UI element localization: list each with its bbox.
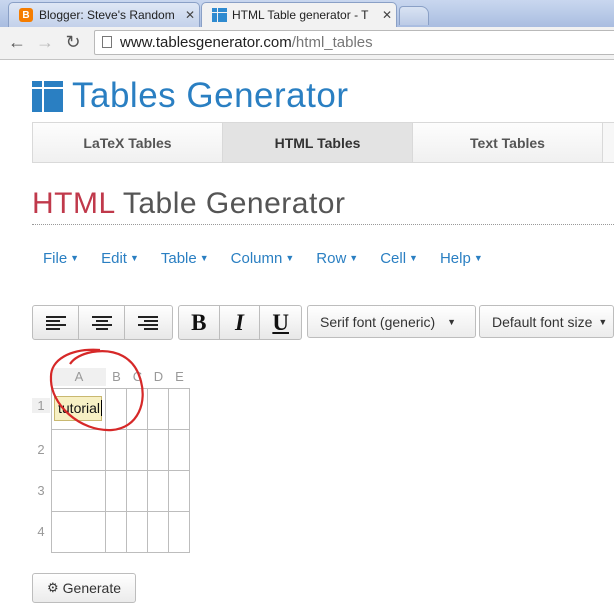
align-right-icon xyxy=(138,315,158,330)
table-cell[interactable] xyxy=(51,429,106,471)
table-cell[interactable] xyxy=(147,470,169,512)
menu-cell[interactable]: Cell ▼ xyxy=(369,250,429,267)
tab-text-tables[interactable]: Text Tables xyxy=(413,123,603,162)
site-nav-tabs: LaTeX Tables HTML Tables Text Tables xyxy=(32,122,614,163)
font-family-value: Serif font (generic) xyxy=(320,313,436,330)
italic-button[interactable]: I xyxy=(220,306,261,339)
menu-file[interactable]: File ▼ xyxy=(32,250,90,267)
column-header-e[interactable]: E xyxy=(169,368,190,386)
caret-down-icon: ▼ xyxy=(199,253,209,263)
table-cell[interactable] xyxy=(168,511,190,553)
tab-title: HTML Table generator - T xyxy=(232,8,369,22)
table-cell[interactable] xyxy=(105,429,127,471)
browser-tab-strip: B Blogger: Steve's Random ✕ HTML Table g… xyxy=(0,0,614,27)
caret-down-icon: ▼ xyxy=(473,253,483,263)
page-icon xyxy=(102,36,112,48)
bold-button[interactable]: B xyxy=(179,306,220,339)
tab-latex-tables[interactable]: LaTeX Tables xyxy=(33,123,223,162)
caret-down-icon: ▼ xyxy=(409,253,418,263)
annotation-circle xyxy=(49,348,144,432)
browser-tab-blogger[interactable]: B Blogger: Steve's Random ✕ xyxy=(8,2,200,27)
table-cell[interactable] xyxy=(126,470,148,512)
caret-down-icon: ▼ xyxy=(349,253,359,263)
site-logo[interactable]: Tables Generator xyxy=(32,76,348,116)
bold-icon: B xyxy=(191,309,207,335)
close-icon[interactable]: ✕ xyxy=(181,8,199,22)
page-title: HTML Table Generator xyxy=(32,187,345,221)
italic-icon: I xyxy=(235,309,244,335)
divider xyxy=(32,224,614,225)
caret-down-icon: ▼ xyxy=(285,253,295,263)
table-cell[interactable] xyxy=(126,429,148,471)
row-header-3[interactable]: 3 xyxy=(32,483,50,498)
caret-down-icon: ▼ xyxy=(447,316,457,327)
table-cell[interactable] xyxy=(147,388,169,430)
format-button-group: B I U xyxy=(178,305,302,340)
tab-title: Blogger: Steve's Random xyxy=(39,8,175,22)
align-left-icon xyxy=(45,315,66,330)
table-cell[interactable] xyxy=(51,470,106,512)
new-tab-button[interactable] xyxy=(399,6,429,25)
menu-column[interactable]: Column ▼ xyxy=(220,250,306,267)
editor-menubar: File ▼ Edit ▼ Table ▼ Column ▼ Row ▼ Cell ▼ He… xyxy=(32,250,494,267)
table-cell[interactable] xyxy=(105,470,127,512)
table-cell[interactable] xyxy=(147,511,169,553)
caret-down-icon: ▼ xyxy=(598,316,608,327)
table-cell[interactable] xyxy=(126,511,148,553)
back-arrow-icon[interactable]: ← xyxy=(6,31,28,53)
row-header-4[interactable]: 4 xyxy=(32,524,50,539)
url-host: www.tablesgenerator.com xyxy=(120,34,292,51)
browser-tab-tables-generator[interactable]: HTML Table generator - T ✕ xyxy=(201,2,397,27)
font-size-dropdown[interactable]: Default font size ▼ xyxy=(479,305,614,338)
align-left-button[interactable] xyxy=(33,306,79,339)
caret-down-icon: ▼ xyxy=(70,253,80,263)
url-path: /html_tables xyxy=(291,34,373,51)
gears-icon: ⚙ xyxy=(46,580,59,595)
generate-button[interactable]: ⚙ Generate xyxy=(32,573,136,603)
blogger-icon: B xyxy=(19,8,33,22)
table-cell[interactable] xyxy=(105,511,127,553)
browser-toolbar: ← → ↻ www.tablesgenerator.com/html_table… xyxy=(0,27,614,60)
forward-arrow-icon[interactable]: → xyxy=(34,31,56,53)
align-right-button[interactable] xyxy=(125,306,171,339)
row-header-2[interactable]: 2 xyxy=(32,442,50,457)
alignment-button-group xyxy=(32,305,173,340)
align-center-icon xyxy=(91,315,112,330)
table-cell[interactable] xyxy=(168,429,190,471)
address-bar[interactable]: www.tablesgenerator.com/html_tables xyxy=(94,30,614,55)
tables-logo-icon xyxy=(32,80,63,112)
page-title-rest: Table Generator xyxy=(114,187,346,220)
page-title-highlight: HTML xyxy=(32,187,115,220)
table-cell[interactable] xyxy=(168,388,190,430)
table-cell[interactable] xyxy=(168,470,190,512)
menu-edit[interactable]: Edit ▼ xyxy=(90,250,150,267)
logo-text: Tables Generator xyxy=(72,76,349,115)
font-size-value: Default font size xyxy=(492,313,593,330)
align-center-button[interactable] xyxy=(79,306,125,339)
column-header-d[interactable]: D xyxy=(148,368,169,386)
caret-down-icon: ▼ xyxy=(129,253,139,263)
underline-button[interactable]: U xyxy=(260,306,301,339)
tables-generator-icon xyxy=(212,8,227,22)
menu-row[interactable]: Row ▼ xyxy=(305,250,369,267)
menu-table[interactable]: Table ▼ xyxy=(150,250,220,267)
table-cell[interactable] xyxy=(147,429,169,471)
underline-icon: U xyxy=(272,309,289,335)
font-family-dropdown[interactable]: Serif font (generic) ▼ xyxy=(307,305,476,338)
generate-label: Generate xyxy=(62,580,122,596)
table-cell[interactable] xyxy=(51,511,106,553)
tab-html-tables[interactable]: HTML Tables xyxy=(223,123,413,162)
close-icon[interactable]: ✕ xyxy=(378,8,396,22)
menu-help[interactable]: Help ▼ xyxy=(429,250,494,267)
reload-icon[interactable]: ↻ xyxy=(62,31,84,53)
